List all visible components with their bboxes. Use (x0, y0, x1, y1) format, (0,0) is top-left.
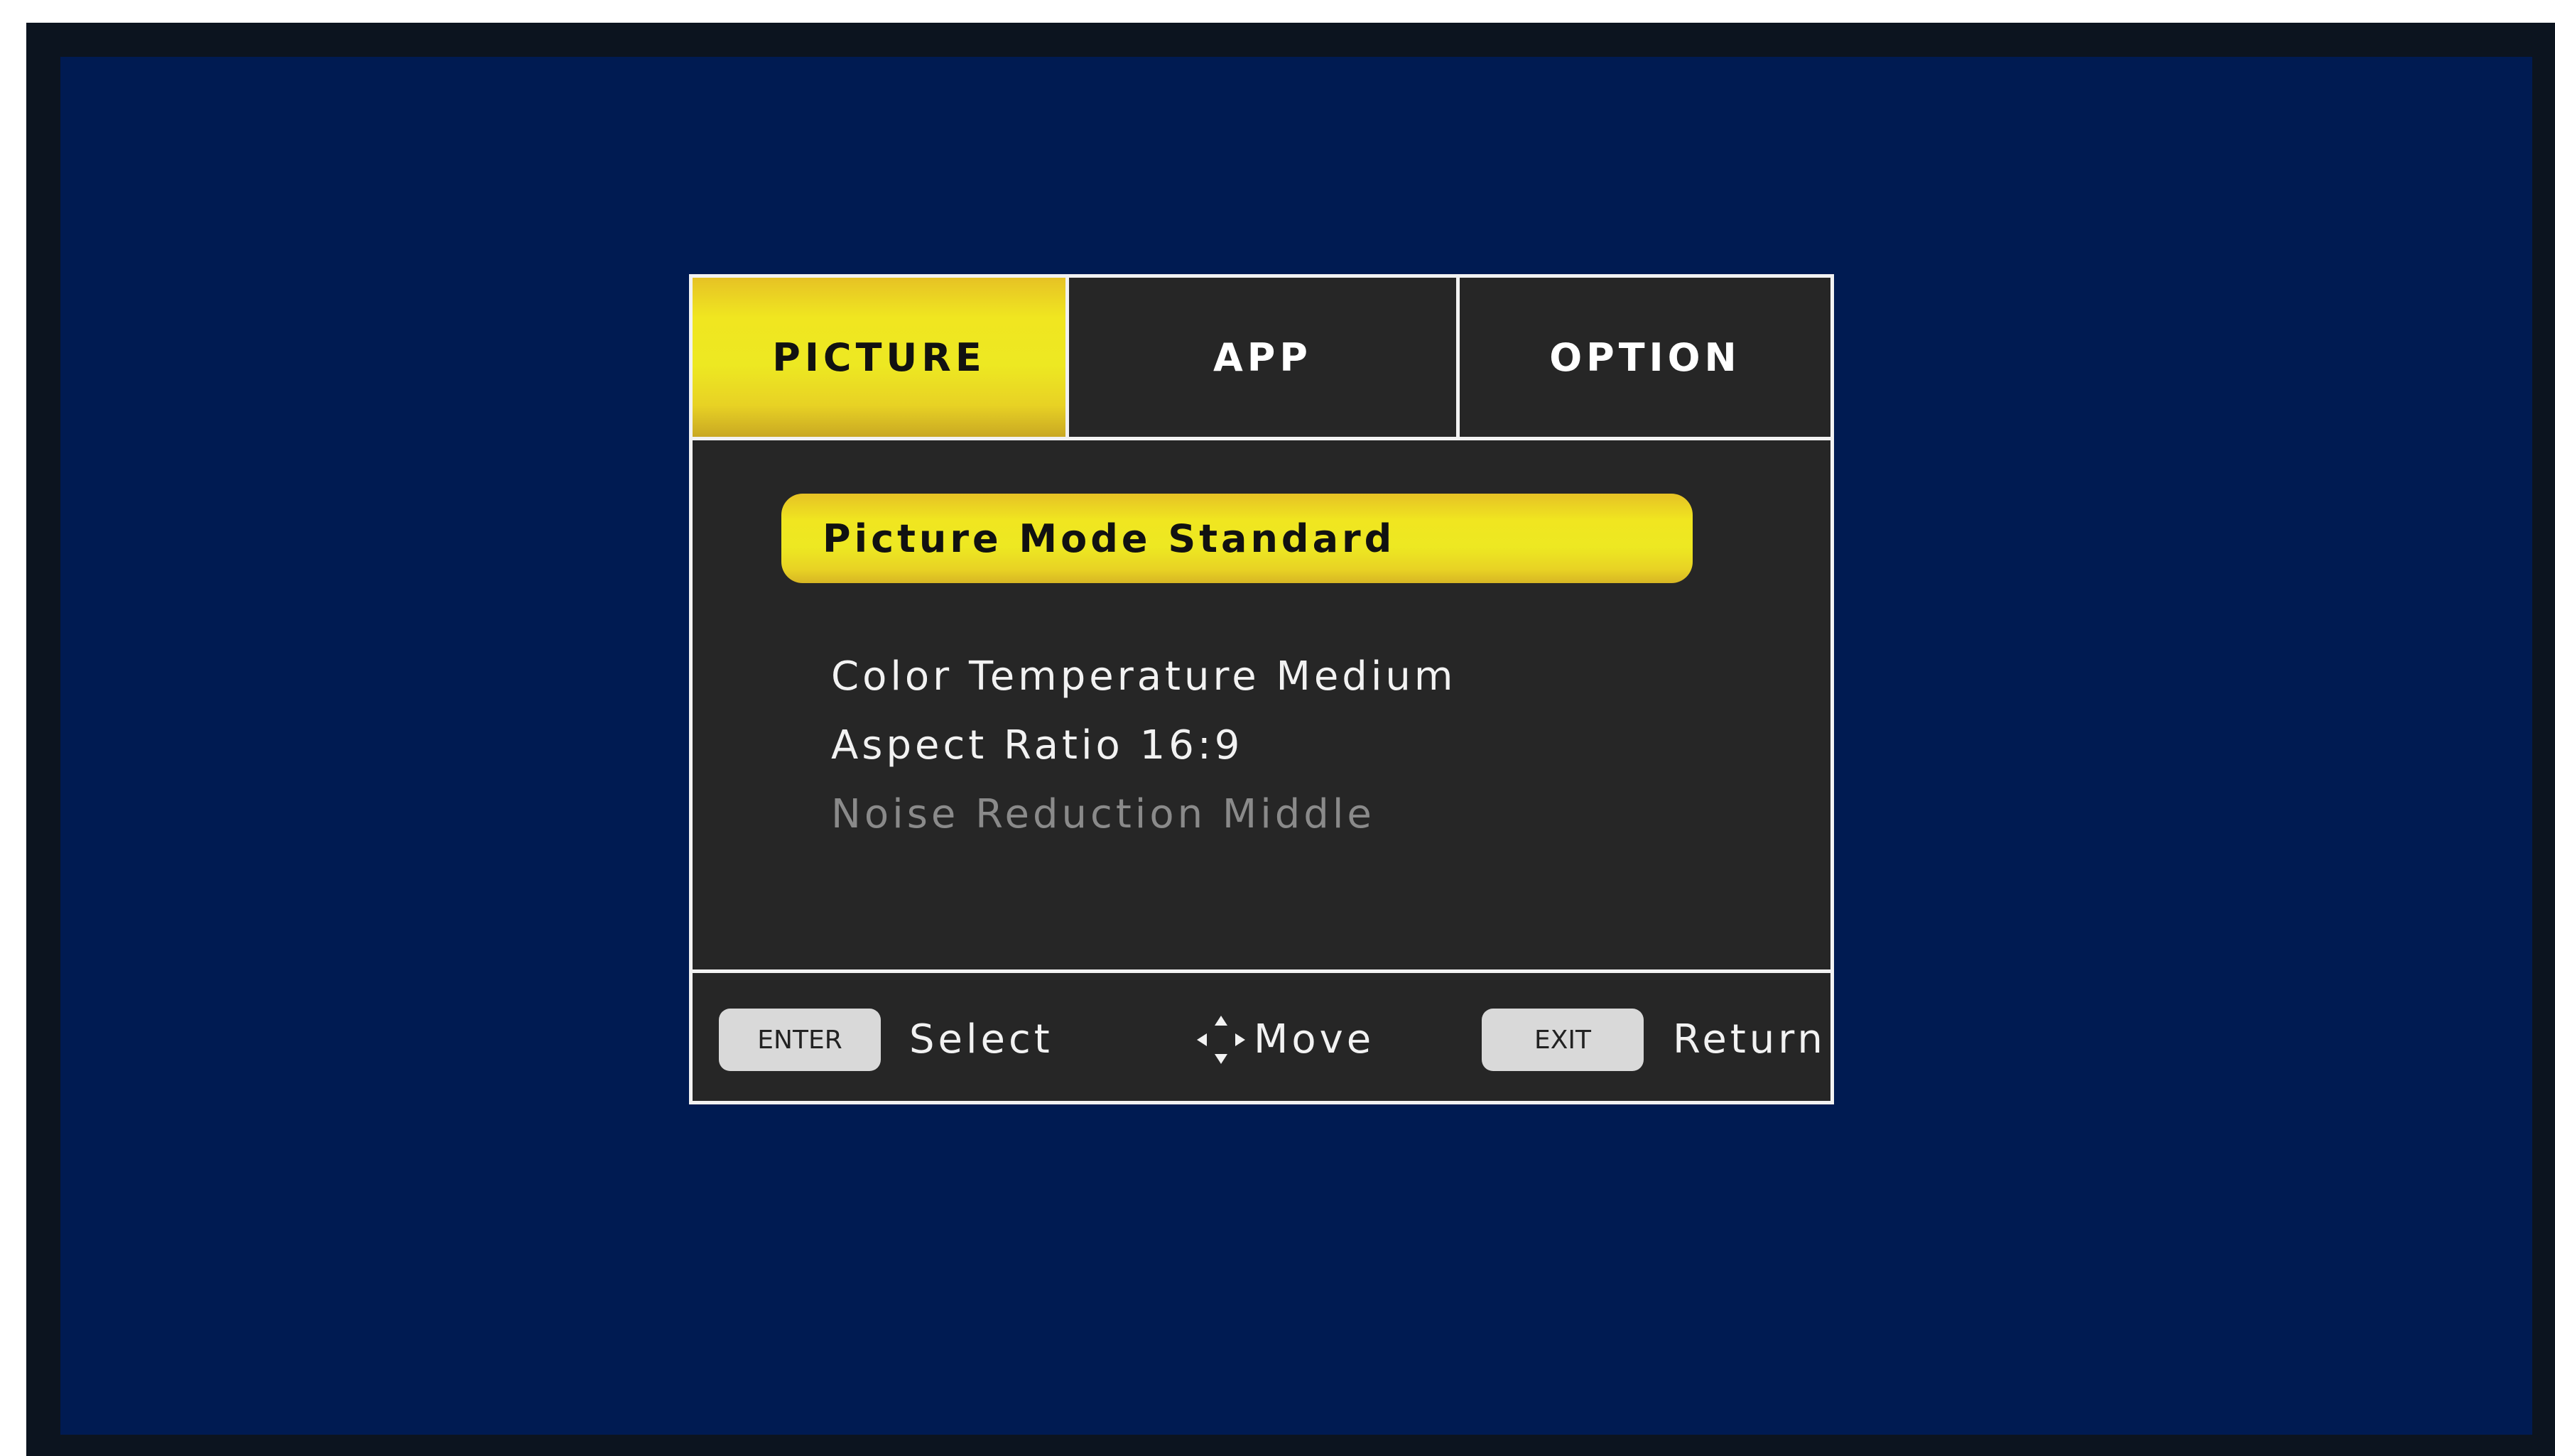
tab-option[interactable]: OPTION (1460, 278, 1830, 437)
exit-key-label: EXIT (1534, 1025, 1591, 1055)
menu-item-label: Picture Mode Standard (823, 516, 1396, 561)
tab-app-label: APP (1213, 335, 1312, 380)
enter-key-button[interactable]: ENTER (719, 1009, 881, 1071)
select-hint: Select (909, 1016, 1053, 1063)
key-hint-bar: ENTER Select Move EXIT Return (693, 969, 1830, 1101)
tab-option-label: OPTION (1549, 335, 1741, 380)
menu-item-label: Noise Reduction Middle (831, 791, 1375, 837)
tab-picture[interactable]: PICTURE (693, 278, 1069, 437)
return-hint: Return (1673, 1016, 1826, 1063)
menu-item-label: Aspect Ratio 16:9 (831, 722, 1244, 768)
menu-item-picture-mode[interactable]: Picture Mode Standard (781, 494, 1693, 583)
osd-menu: PICTURE APP OPTION Picture Mode Standard… (689, 274, 1834, 1104)
menu-item-aspect-ratio[interactable]: Aspect Ratio 16:9 (831, 722, 1243, 768)
menu-item-color-temperature[interactable]: Color Temperature Medium (831, 653, 1456, 700)
tab-bar: PICTURE APP OPTION (693, 278, 1830, 440)
exit-key-button[interactable]: EXIT (1482, 1009, 1644, 1071)
menu-list: Picture Mode Standard Color Temperature … (693, 440, 1830, 969)
menu-item-noise-reduction: Noise Reduction Middle (831, 791, 1375, 837)
tab-picture-label: PICTURE (772, 335, 986, 380)
menu-item-label: Color Temperature Medium (831, 653, 1457, 700)
tab-app[interactable]: APP (1069, 278, 1460, 437)
enter-key-label: ENTER (757, 1025, 842, 1055)
four-way-arrows-icon (1197, 1016, 1245, 1064)
move-hint: Move (1254, 1016, 1375, 1063)
